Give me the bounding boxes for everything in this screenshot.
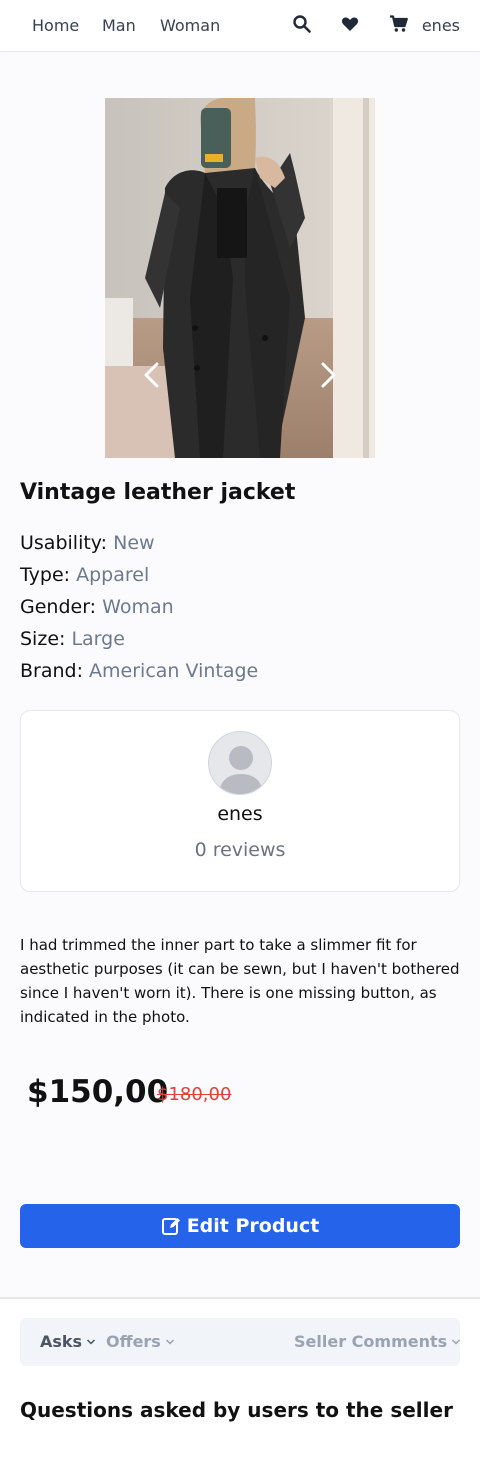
edit-product-button[interactable]: Edit Product bbox=[20, 1204, 460, 1248]
questions-heading: Questions asked by users to the seller bbox=[20, 1398, 453, 1422]
chevron-down-icon bbox=[452, 1338, 461, 1345]
cart-icon[interactable] bbox=[389, 14, 409, 34]
spec-brand: Brand: American Vintage bbox=[20, 660, 258, 682]
tab-asks-label: Asks bbox=[40, 1332, 83, 1351]
carousel-next-arrow[interactable] bbox=[313, 360, 343, 390]
spec-value: New bbox=[113, 532, 155, 554]
current-price: $150,00 bbox=[27, 1074, 169, 1110]
chevron-down-icon bbox=[87, 1338, 96, 1345]
tab-asks[interactable]: Asks bbox=[40, 1332, 96, 1351]
spec-value: Large bbox=[71, 628, 125, 650]
nav-man-link[interactable]: Man bbox=[102, 16, 136, 35]
nav-username[interactable]: enes bbox=[422, 16, 460, 35]
spec-label: Usability: bbox=[20, 532, 108, 554]
spec-size: Size: Large bbox=[20, 628, 125, 650]
spec-label: Type: bbox=[20, 564, 71, 586]
product-description: I had trimmed the inner part to take a s… bbox=[20, 936, 460, 1026]
feedback-tabs: Asks Offers Seller Comments bbox=[20, 1318, 461, 1366]
product-image-carousel[interactable] bbox=[105, 98, 375, 458]
edit-icon bbox=[161, 1218, 180, 1235]
old-price: $180,00 bbox=[157, 1084, 232, 1105]
spec-type: Type: Apparel bbox=[20, 564, 149, 586]
product-photo bbox=[105, 98, 375, 458]
nav-woman-link[interactable]: Woman bbox=[160, 16, 220, 35]
edit-product-button-content: Edit Product bbox=[20, 1204, 460, 1248]
spec-value: Woman bbox=[102, 596, 174, 618]
tab-offers-label: Offers bbox=[106, 1332, 161, 1351]
product-title: Vintage leather jacket bbox=[20, 480, 296, 505]
carousel-prev-arrow[interactable] bbox=[137, 360, 167, 390]
chevron-down-icon bbox=[165, 1338, 174, 1345]
search-icon[interactable] bbox=[292, 14, 312, 34]
edit-product-label: Edit Product bbox=[186, 1215, 320, 1237]
nav-home-link[interactable]: Home bbox=[32, 16, 79, 35]
avatar bbox=[208, 731, 272, 795]
tab-seller-comments[interactable]: Seller Comments bbox=[294, 1332, 461, 1351]
seller-card[interactable]: enes 0 reviews bbox=[20, 710, 460, 892]
spec-label: Size: bbox=[20, 628, 66, 650]
spec-label: Gender: bbox=[20, 596, 97, 618]
spec-gender: Gender: Woman bbox=[20, 596, 174, 618]
tab-seller-comments-label: Seller Comments bbox=[294, 1332, 448, 1351]
tab-offers[interactable]: Offers bbox=[106, 1332, 175, 1351]
spec-usability: Usability: New bbox=[20, 532, 155, 554]
seller-reviews: 0 reviews bbox=[194, 839, 286, 861]
spec-value: Apparel bbox=[76, 564, 150, 586]
heart-icon[interactable] bbox=[340, 14, 360, 34]
spec-label: Brand: bbox=[20, 660, 83, 682]
navbar: Home Man Woman enes bbox=[0, 0, 480, 52]
seller-name[interactable]: enes bbox=[21, 803, 459, 825]
section-divider bbox=[0, 1297, 480, 1299]
spec-value: American Vintage bbox=[89, 660, 259, 682]
user-avatar-icon bbox=[219, 746, 263, 794]
